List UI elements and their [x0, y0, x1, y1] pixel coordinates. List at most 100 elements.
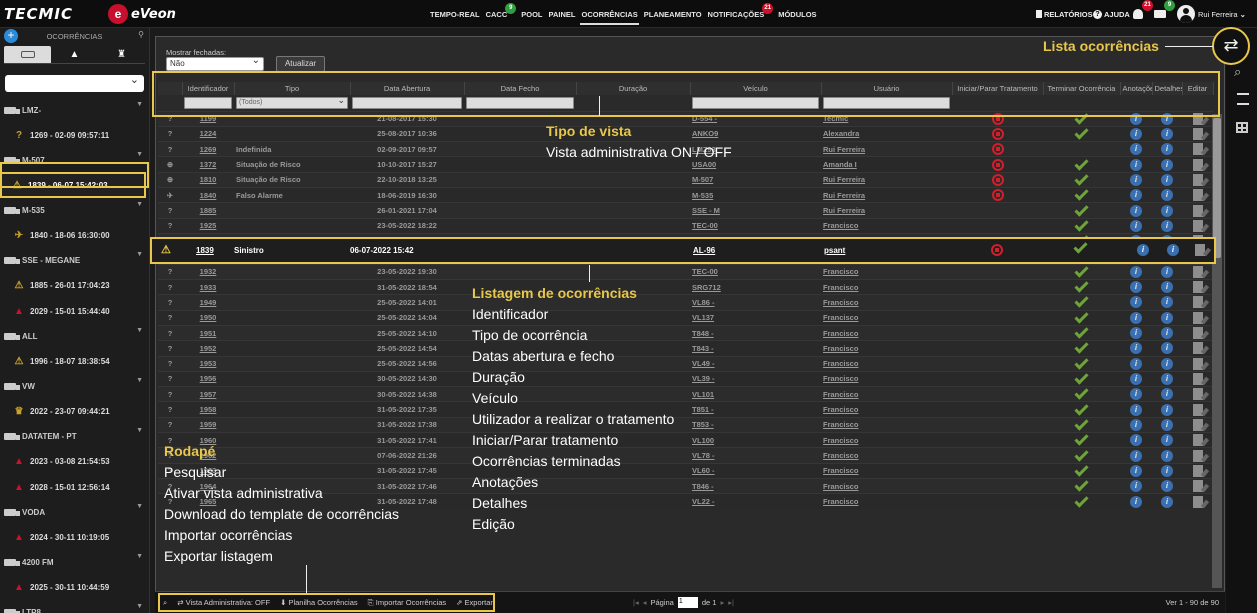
tab-users[interactable]: ♜	[98, 46, 145, 63]
user[interactable]: Francisco	[821, 309, 952, 326]
user[interactable]: Francisco	[821, 432, 952, 448]
table-row[interactable]: ? 1952 25-05-2022 14:54 T843 - Francisco i i	[158, 340, 1213, 356]
occurrence-item[interactable]: ⚠ 1996 - 18-07 18:38:54	[0, 348, 149, 374]
table-row[interactable]: ? 1957 30-05-2022 14:38 VL101 Francisco i i	[158, 386, 1213, 402]
check-icon[interactable]	[1074, 280, 1089, 293]
check-icon[interactable]	[1074, 494, 1089, 508]
user[interactable]: Francisco	[821, 370, 952, 387]
vehicle[interactable]: SRG712	[690, 278, 821, 295]
details-icon[interactable]: i	[1161, 327, 1173, 340]
edit-icon[interactable]	[1192, 418, 1203, 431]
nav-item-2[interactable]: POOL	[520, 10, 543, 25]
details-icon[interactable]: i	[1161, 403, 1173, 416]
table-row[interactable]: ? 1925 23-05-2022 18:22 TEC-00 Francisco i i	[158, 217, 1213, 234]
edit-icon[interactable]	[1192, 342, 1203, 355]
annotations-icon[interactable]: i	[1130, 464, 1142, 477]
chevron-down-icon[interactable]: ▼	[136, 603, 143, 610]
annotations-icon[interactable]: i	[1130, 357, 1142, 370]
occurrence-item[interactable]: ▲ 2029 - 15-01 15:44:40	[0, 298, 149, 324]
check-icon[interactable]	[1074, 372, 1089, 385]
check-icon[interactable]	[1074, 464, 1089, 477]
edit-icon[interactable]	[1192, 327, 1203, 340]
switch-view-button[interactable]: ⇄	[1212, 27, 1250, 65]
user[interactable]: Francisco	[821, 386, 952, 402]
messages-button[interactable]: 9	[1153, 0, 1175, 28]
edit-icon[interactable]	[1192, 204, 1203, 217]
nav-item-4[interactable]: OCORRÊNCIAS	[580, 10, 639, 25]
annotations-icon[interactable]: i	[1130, 495, 1142, 508]
details-icon[interactable]: i	[1167, 244, 1179, 256]
table-row[interactable]: ? 1956 30-05-2022 14:30 VL39 - Francisco i i	[158, 370, 1213, 387]
annotations-icon[interactable]: i	[1130, 311, 1142, 324]
chevron-down-icon[interactable]: ▼	[136, 251, 143, 258]
vehicle[interactable]: M-535	[690, 187, 821, 203]
template-download-button[interactable]: ⬇ Planilha Ocorrências	[280, 598, 358, 607]
vehicle[interactable]: T851 -	[690, 401, 821, 418]
annotations-icon[interactable]: i	[1130, 449, 1142, 462]
vehicle-group[interactable]: 4200 FM ▼	[0, 550, 149, 574]
tecmic-logo[interactable]: TECMIC	[4, 5, 73, 23]
check-icon[interactable]	[1074, 311, 1089, 324]
vehicle-group[interactable]: SSE - MEGANE ▼	[0, 248, 149, 272]
vehicle[interactable]: VL39 -	[690, 370, 821, 387]
annotations-icon[interactable]: i	[1130, 327, 1142, 340]
chevron-down-icon[interactable]: ▼	[136, 503, 143, 510]
user[interactable]: Francisco	[821, 493, 952, 510]
details-icon[interactable]: i	[1161, 127, 1173, 140]
vehicle[interactable]: TEC-00	[690, 263, 821, 280]
annotations-icon[interactable]: i	[1130, 158, 1142, 171]
edit-icon[interactable]	[1192, 480, 1203, 493]
edit-icon[interactable]	[1192, 219, 1203, 232]
table-row[interactable]: ✈ 1840 Falso Alarme 18-06-2019 16:30 M-535 Ru…	[158, 187, 1213, 203]
table-row[interactable]: ? 1953 25-05-2022 14:56 VL49 - Francisco i i	[158, 355, 1213, 372]
vehicle-group[interactable]: VW ▼	[0, 374, 149, 398]
edit-icon[interactable]	[1192, 143, 1203, 156]
highlight-user[interactable]: psant	[824, 246, 845, 255]
annotations-icon[interactable]: i	[1130, 265, 1142, 278]
nav-item-7[interactable]: MÓDULOS	[777, 10, 817, 25]
first-page-icon[interactable]: |◂	[633, 598, 639, 607]
occurrence-id[interactable]: 1372	[182, 156, 234, 173]
annotations-icon[interactable]: i	[1130, 434, 1142, 447]
user[interactable]: Francisco	[821, 263, 952, 280]
chevron-down-icon[interactable]: ▼	[136, 201, 143, 208]
occurrence-id[interactable]: 1925	[182, 217, 234, 234]
check-icon[interactable]	[1074, 265, 1089, 278]
stop-treatment-icon[interactable]	[991, 244, 1003, 256]
user[interactable]: Francisco	[821, 447, 952, 464]
check-icon[interactable]	[1074, 418, 1089, 431]
details-icon[interactable]: i	[1161, 143, 1173, 156]
last-page-icon[interactable]: ▸|	[728, 598, 734, 607]
edit-icon[interactable]	[1192, 388, 1203, 401]
details-icon[interactable]: i	[1161, 388, 1173, 401]
update-button[interactable]: Atualizar	[276, 56, 325, 72]
user[interactable]: Rui Ferreira	[821, 141, 952, 157]
search-icon[interactable]: ⌕	[163, 598, 167, 608]
edit-icon[interactable]	[1192, 173, 1203, 186]
user-menu[interactable]: Rui Ferreira ⌄	[1177, 0, 1246, 28]
help-link[interactable]: ? AJUDA	[1093, 0, 1130, 28]
check-icon[interactable]	[1074, 433, 1089, 446]
user[interactable]: Francisco	[821, 416, 952, 433]
chevron-down-icon[interactable]: ▼	[136, 327, 143, 334]
details-icon[interactable]: i	[1161, 342, 1173, 355]
details-icon[interactable]: i	[1161, 495, 1173, 508]
annotations-icon[interactable]: i	[1130, 403, 1142, 416]
occurrence-id[interactable]: 1956	[182, 370, 234, 387]
stop-treatment-icon[interactable]	[991, 127, 1004, 140]
import-button[interactable]: ⎘ Importar Ocorrências	[368, 598, 447, 608]
occurrence-id[interactable]: 1933	[182, 278, 234, 295]
chevron-down-icon[interactable]: ▼	[136, 553, 143, 560]
highlight-id[interactable]: 1839	[196, 246, 214, 255]
check-icon[interactable]	[1074, 295, 1089, 308]
chevron-down-icon[interactable]: ▼	[136, 101, 143, 108]
tab-alerts[interactable]: ▲	[51, 46, 98, 63]
details-icon[interactable]: i	[1161, 204, 1173, 217]
reports-link[interactable]: RELATÓRIOS	[1036, 0, 1093, 28]
edit-icon[interactable]	[1192, 158, 1203, 171]
edit-icon[interactable]	[1192, 434, 1203, 447]
annotations-icon[interactable]: i	[1137, 244, 1149, 256]
occurrence-id[interactable]: 1950	[182, 309, 234, 326]
edit-icon[interactable]	[1192, 281, 1203, 294]
user[interactable]: Francisco	[821, 462, 952, 479]
